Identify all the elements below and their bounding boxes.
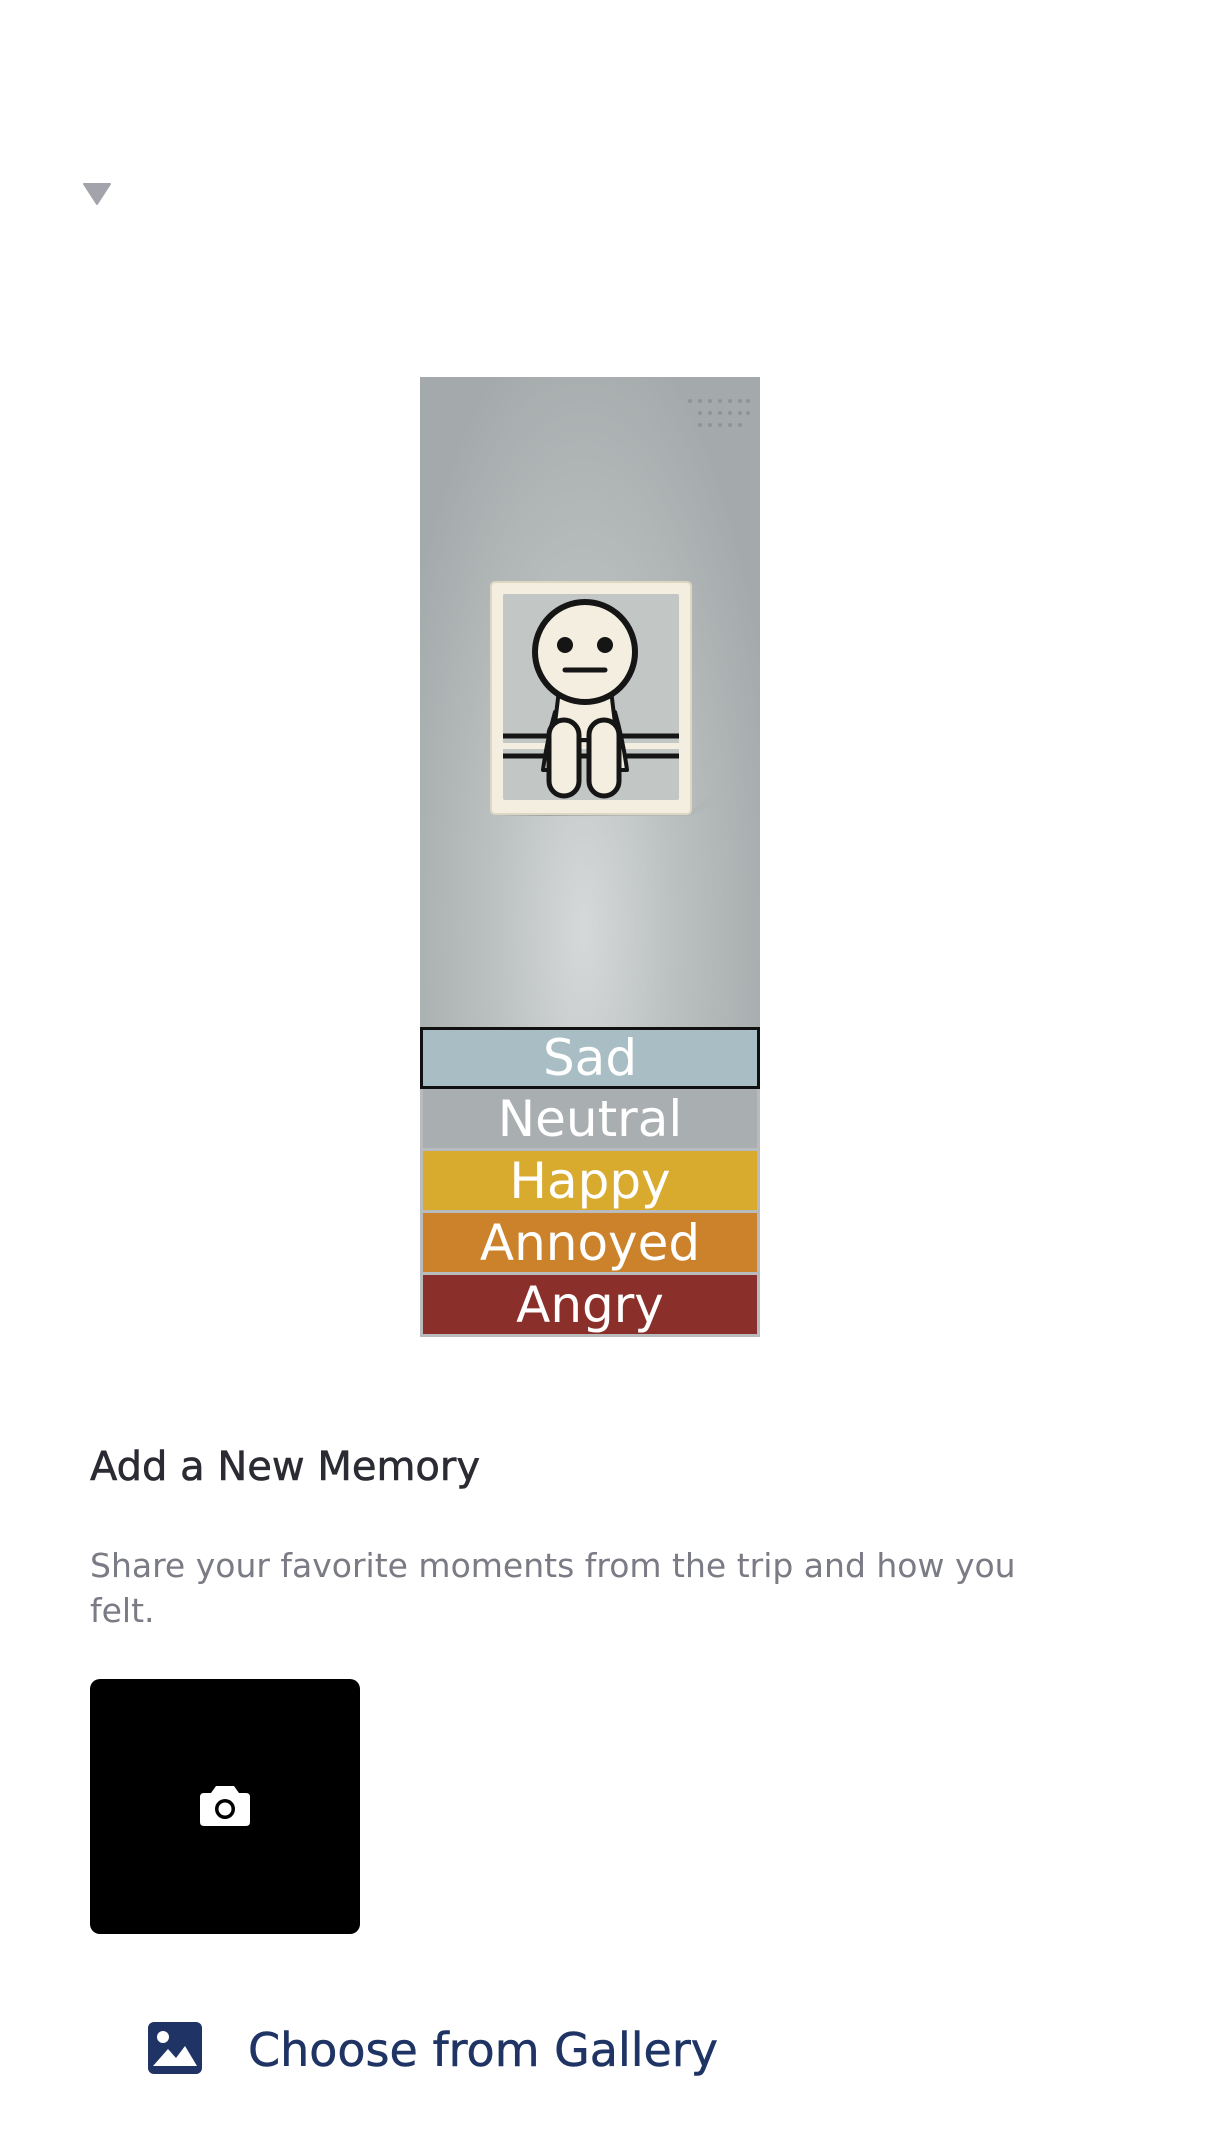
neutral-figure-illustration	[490, 581, 717, 816]
mood-option-angry[interactable]: Angry	[420, 1275, 760, 1337]
mood-option-label: Neutral	[497, 1089, 683, 1148]
decorative-dots	[688, 399, 750, 427]
image-icon	[148, 2022, 202, 2078]
mood-option-label: Annoyed	[479, 1213, 701, 1272]
mood-options: Sad Neutral Happy Annoyed Angry	[420, 1027, 760, 1337]
memory-section-title: Add a New Memory	[90, 1444, 481, 1491]
mood-option-sad[interactable]: Sad	[420, 1027, 760, 1089]
take-photo-button[interactable]	[90, 1679, 360, 1934]
collapse-toggle-button[interactable]	[80, 180, 114, 208]
choose-from-gallery-button[interactable]: Choose from Gallery	[148, 2022, 718, 2078]
camera-icon	[198, 1782, 252, 1832]
mood-illustration	[420, 377, 760, 1027]
mood-selector: Sad Neutral Happy Annoyed Angry	[420, 377, 760, 1337]
mood-option-label: Angry	[516, 1275, 664, 1334]
mood-option-annoyed[interactable]: Annoyed	[420, 1213, 760, 1275]
memory-section-description: Share your favorite moments from the tri…	[90, 1546, 1016, 1630]
mood-option-label: Sad	[542, 1029, 638, 1087]
mood-option-happy[interactable]: Happy	[420, 1151, 760, 1213]
gallery-button-label: Choose from Gallery	[248, 2023, 718, 2078]
triangle-down-icon	[82, 182, 112, 206]
mood-option-neutral[interactable]: Neutral	[420, 1089, 760, 1151]
mood-option-label: Happy	[509, 1151, 671, 1210]
